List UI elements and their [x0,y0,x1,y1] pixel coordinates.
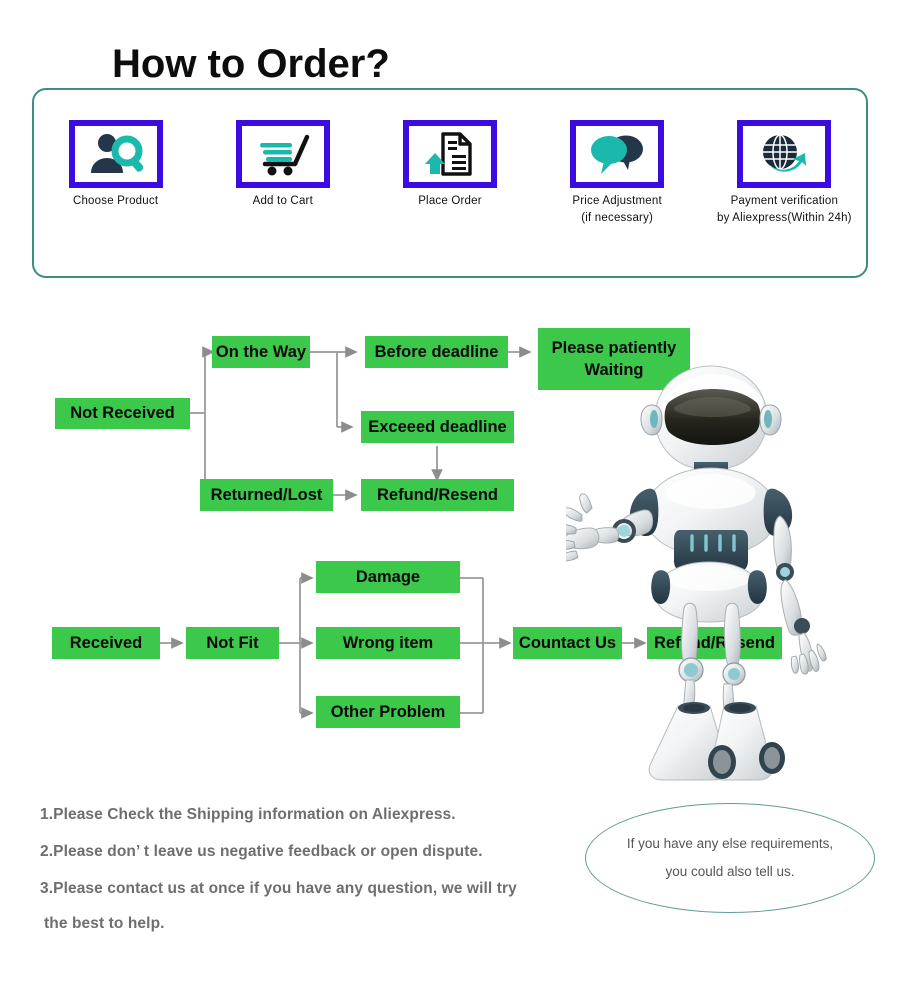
order-steps-row: Choose Product Add to Cart Place Order P… [32,120,868,226]
order-step-payment-verification: Payment verification by Aliexpress(Withi… [709,120,859,226]
order-step-choose-product: Choose Product [41,120,191,210]
step-label: Choose Product [73,193,158,210]
step-label-line1: Choose Product [72,195,159,207]
flow-box-not-fit[interactable]: Not Fit [186,627,279,659]
chat-bubbles-icon [591,135,644,174]
step-label: Price Adjustment (if necessary) [572,193,662,226]
note-item-line1: 3.Please contact us at once if you have … [40,880,517,898]
flow-box-wrong-item[interactable]: Wrong item [316,627,460,659]
globe-arrow-icon [763,134,807,172]
page-title: How to Order? [98,44,404,84]
step-icon-frame [570,120,665,188]
step-icon-frame [402,120,497,188]
step-label-line2: (if necessary) [581,211,654,224]
person-search-icon [90,134,143,173]
flow-box-received[interactable]: Received [52,627,160,659]
step-label: Add to Cart [253,193,313,210]
step-label-line1: Payment verification [730,195,839,207]
step-icon-frame [737,120,832,188]
step-label-line1: Add to Cart [252,195,313,207]
bubble-line-1: If you have any else requirements, [626,835,834,851]
flow-box-other-problem[interactable]: Other Problem [316,696,460,728]
flow-box-on-the-way[interactable]: On the Way [212,336,310,368]
step-label: Place Order [418,193,482,210]
flow-box-contact-us[interactable]: Countact Us [513,627,622,659]
flow-box-please-patiently-waiting[interactable]: Please patiently Waiting [538,328,690,390]
note-item: 1.Please Check the Shipping information … [40,806,456,823]
step-icon-frame [68,120,163,188]
flow-box-exceed-deadline[interactable]: Exceeed deadline [361,411,514,443]
note-item: 3.Please contact us at once if you have … [40,880,600,932]
order-step-price-adjustment: Price Adjustment (if necessary) [542,120,692,226]
shopping-cart-icon [259,134,310,176]
step-label-line1: Place Order [418,195,482,207]
flow-box-not-received[interactable]: Not Received [55,398,190,429]
order-step-place-order: Place Order [375,120,525,210]
order-status-flowchart: Not Received On the Way Before deadline … [0,300,900,770]
note-item: 2.Please don’ t leave us negative feedba… [40,843,483,861]
flow-box-refund-resend-2[interactable]: Refund/Resend [647,627,782,659]
step-label: Payment verification by Aliexpress(Withi… [717,193,852,226]
flow-box-returned-lost[interactable]: Returned/Lost [200,479,333,511]
step-label-line2: by Aliexpress(Within 24h) [716,211,852,224]
step-label-line1: Price Adjustment [572,195,662,207]
flow-box-before-deadline[interactable]: Before deadline [365,336,508,368]
note-item-line2: the best to help. [44,915,165,933]
order-step-add-to-cart: Add to Cart [208,120,358,210]
flow-box-damage[interactable]: Damage [316,561,460,593]
bubble-line-2: you could also tell us. [665,864,795,879]
flow-box-refund-resend-1[interactable]: Refund/Resend [361,479,514,511]
document-upload-icon [424,132,472,176]
step-icon-frame [235,120,330,188]
shipping-notes: 1.Please Check the Shipping information … [40,806,600,952]
requirements-bubble: If you have any else requirements, you c… [585,803,875,913]
